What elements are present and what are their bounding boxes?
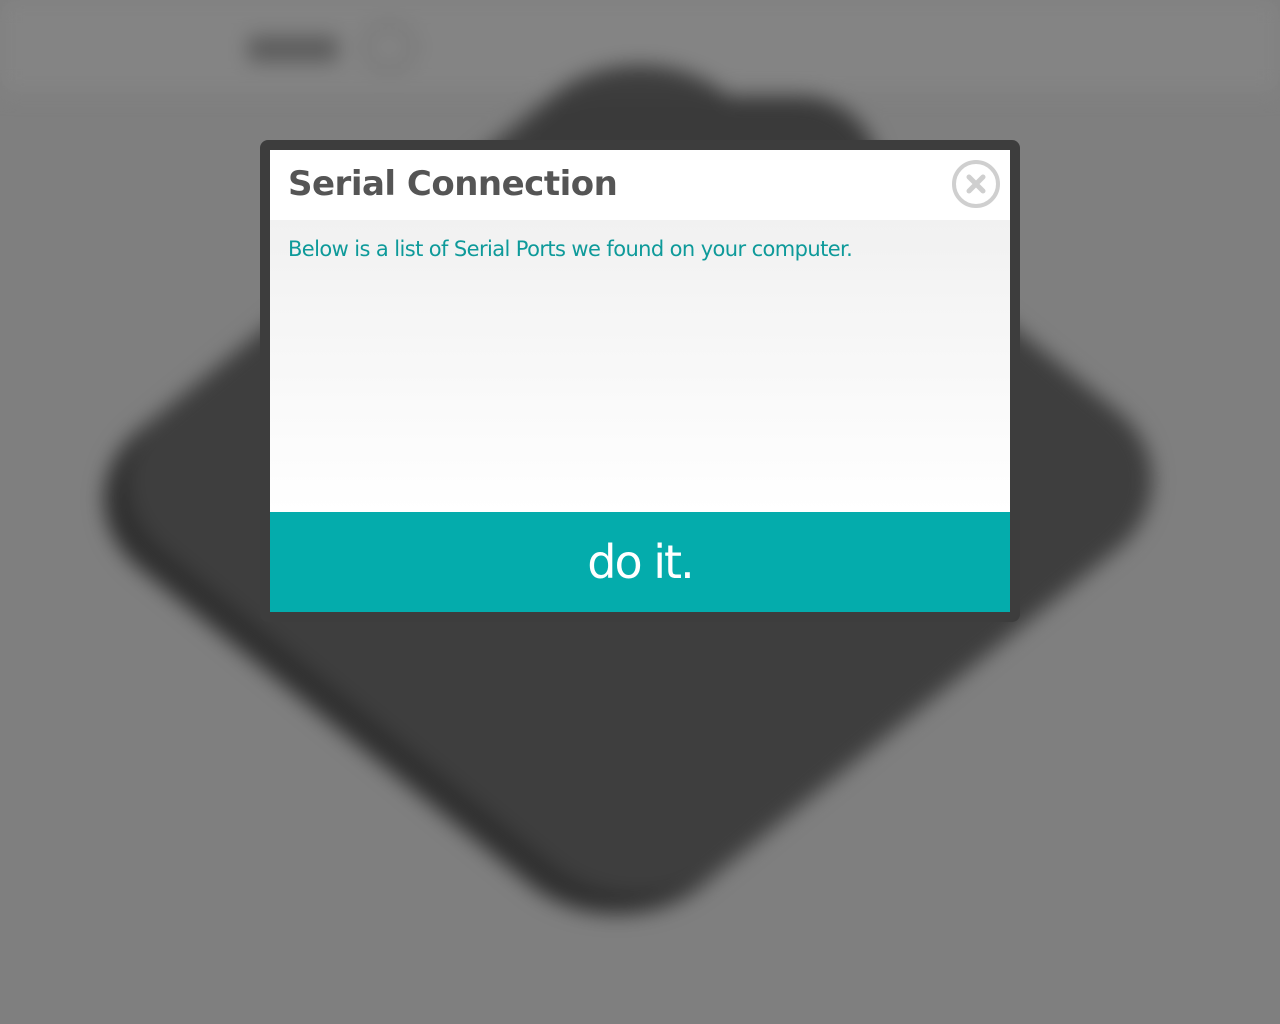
close-icon <box>966 174 986 194</box>
dialog-panel: Serial Connection Below is a list of Ser… <box>270 150 1010 612</box>
do-it-button[interactable]: do it. <box>270 512 1010 612</box>
dialog-title: Serial Connection <box>288 164 618 204</box>
serial-connection-dialog: Serial Connection Below is a list of Ser… <box>260 140 1020 622</box>
serial-port-list[interactable] <box>288 280 992 500</box>
dialog-header: Serial Connection <box>270 150 1010 220</box>
background-logo <box>248 36 338 62</box>
dialog-description: Below is a list of Serial Ports we found… <box>288 237 853 261</box>
close-button[interactable] <box>952 160 1000 208</box>
dialog-body: Below is a list of Serial Ports we found… <box>270 220 1010 512</box>
background-logo-mark-icon <box>362 22 416 72</box>
